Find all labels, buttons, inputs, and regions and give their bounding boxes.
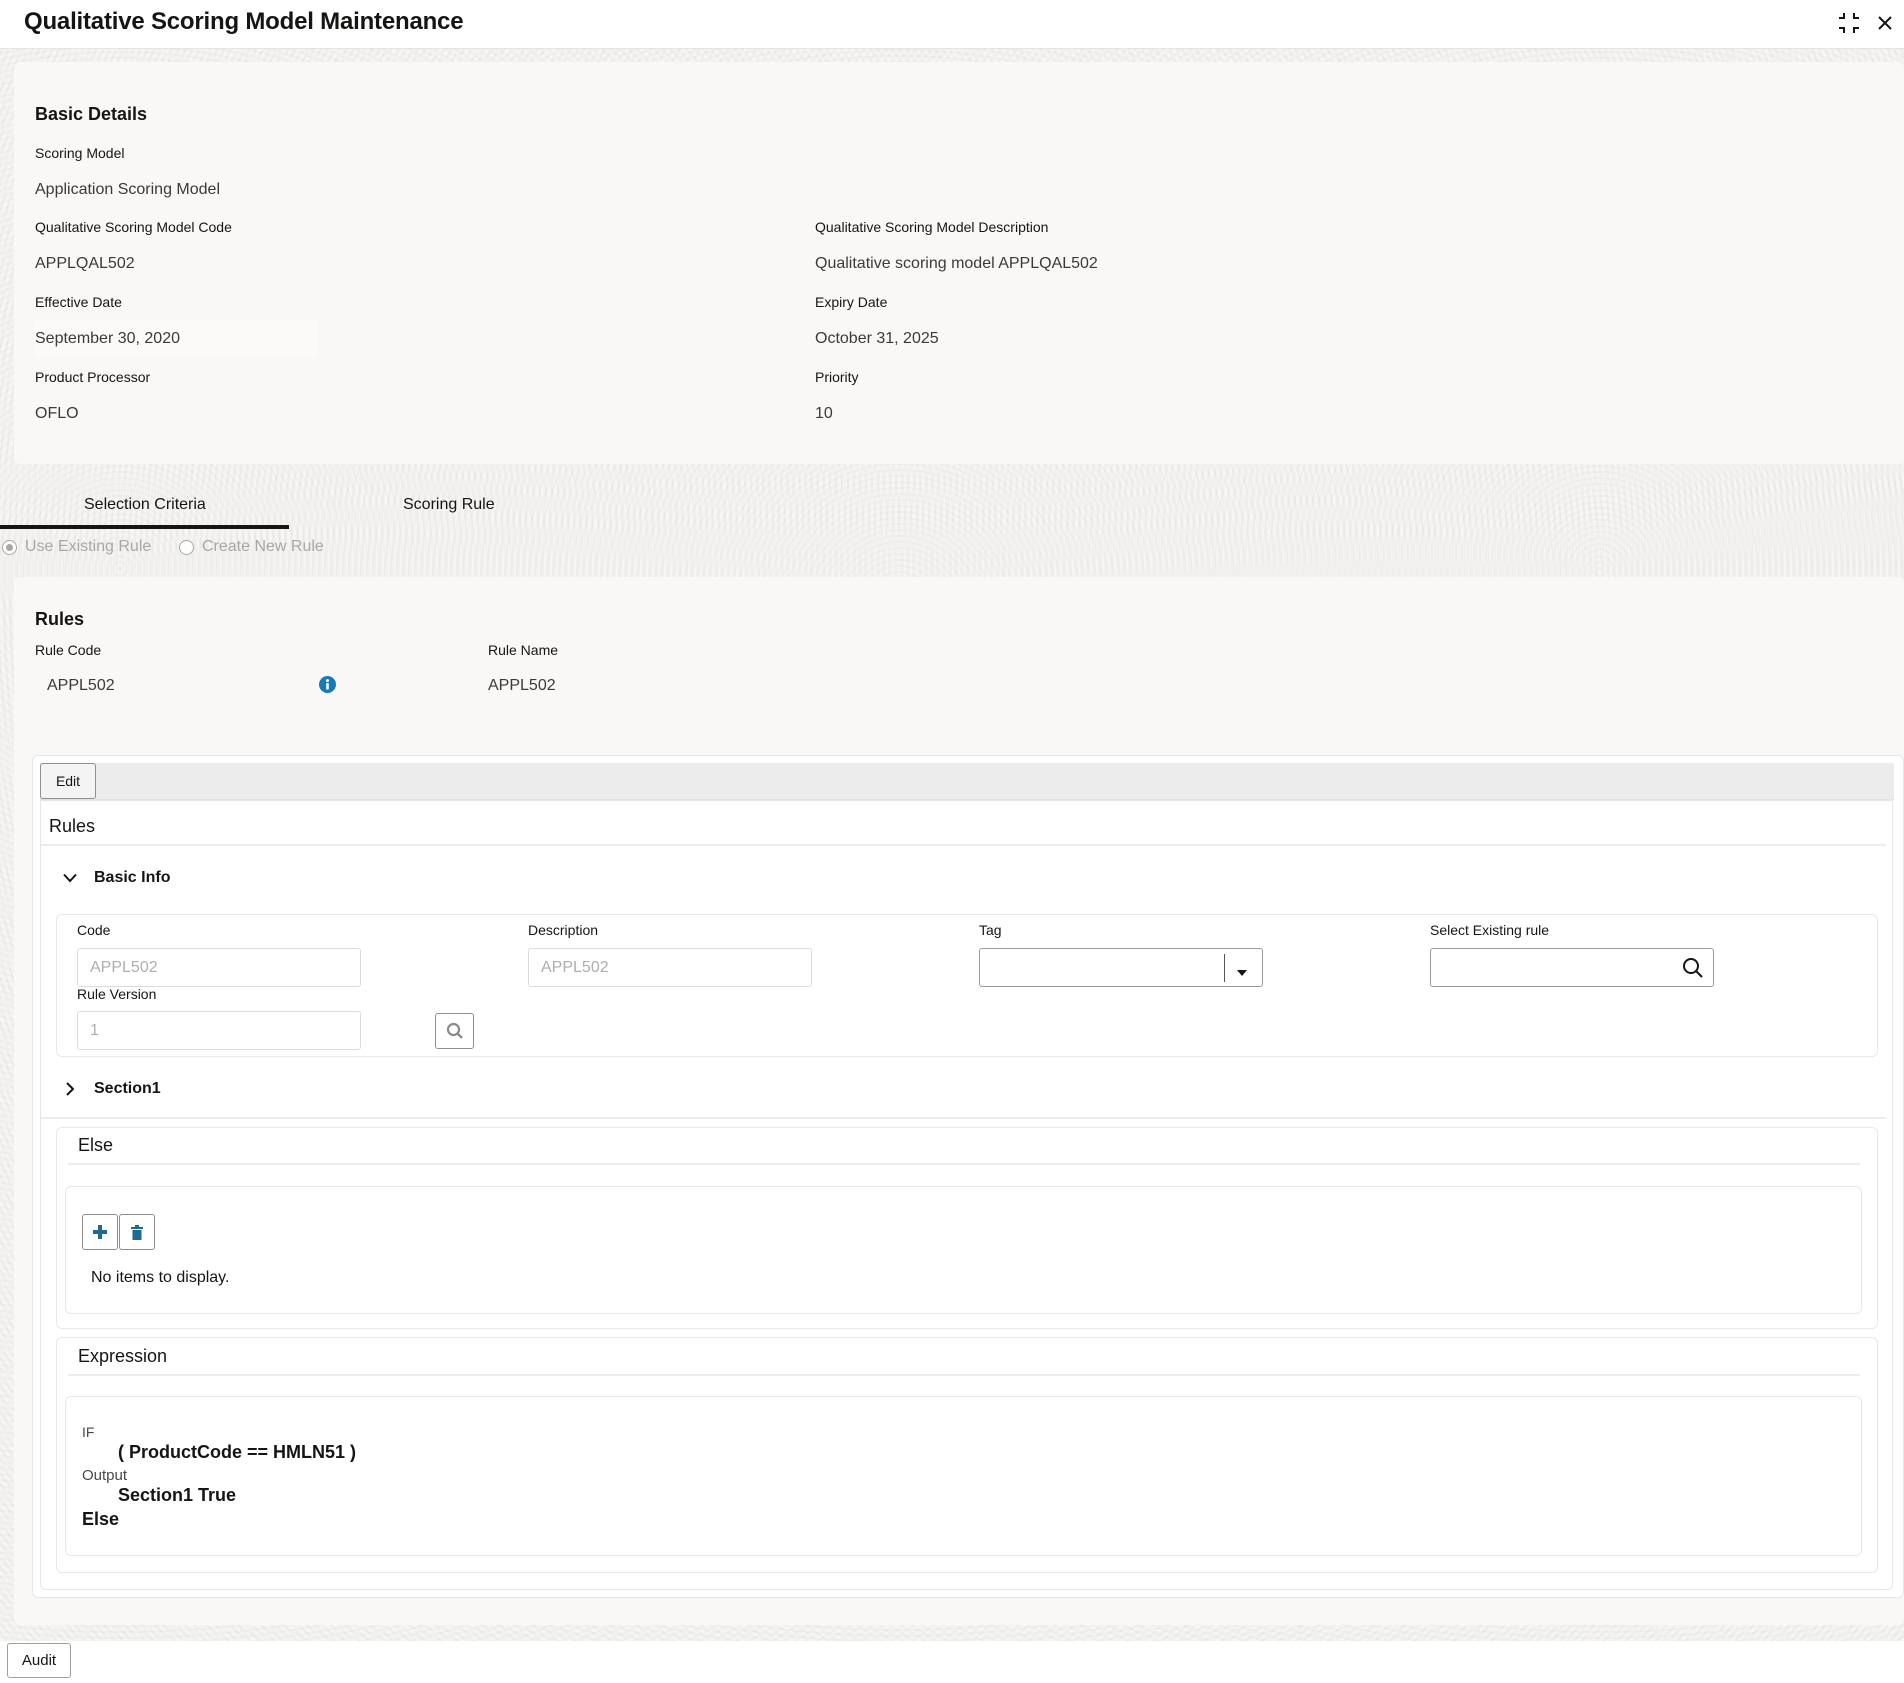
section1-toggle[interactable]: Section1 <box>60 1080 161 1098</box>
expiry-date-value: October 31, 2025 <box>815 330 939 347</box>
rule-version-search-button[interactable] <box>435 1013 474 1049</box>
divider <box>41 844 1886 846</box>
rule-info-button[interactable] <box>319 676 336 693</box>
model-description-value: Qualitative scoring model APPLQAL502 <box>815 255 1098 272</box>
code-label: Code <box>77 922 111 938</box>
product-processor-value: OFLO <box>35 405 79 422</box>
add-item-button[interactable] <box>82 1214 118 1250</box>
divider <box>41 1117 1886 1119</box>
else-empty-text: No items to display. <box>91 1269 230 1286</box>
window-title: Qualitative Scoring Model Maintenance <box>24 8 464 35</box>
rule-editor-toolbar <box>40 763 1894 800</box>
code-input[interactable]: APPL502 <box>77 948 361 987</box>
chevron-down-icon <box>60 873 80 883</box>
title-bar: Qualitative Scoring Model Maintenance <box>0 0 1904 49</box>
close-button[interactable] <box>1870 8 1900 38</box>
rule-version-label: Rule Version <box>77 986 157 1002</box>
model-description-label: Qualitative Scoring Model Description <box>815 219 1049 235</box>
radio-use-existing-rule[interactable]: Use Existing Rule <box>2 538 151 556</box>
effective-date-value: September 30, 2020 <box>35 330 180 347</box>
effective-date-label: Effective Date <box>35 294 122 310</box>
divider <box>68 1374 1860 1376</box>
model-code-label: Qualitative Scoring Model Code <box>35 219 232 235</box>
tag-label: Tag <box>979 922 1002 938</box>
rule-editor-heading: Rules <box>49 816 96 836</box>
rule-code-label: Rule Code <box>35 642 102 658</box>
section1-title: Section1 <box>94 1080 161 1097</box>
expression-condition: ( ProductCode == HMLN51 ) <box>118 1442 357 1462</box>
info-icon <box>319 676 336 693</box>
expression-output-value: Section1 True <box>118 1485 237 1505</box>
radio-selected-icon <box>2 539 17 555</box>
else-title: Else <box>78 1135 114 1155</box>
collapse-arrows-icon <box>1839 13 1859 33</box>
footer-bar <box>0 1641 1904 1683</box>
basic-details-heading: Basic Details <box>35 104 148 124</box>
product-processor-label: Product Processor <box>35 369 151 385</box>
rule-name-value: APPL502 <box>488 677 556 694</box>
delete-item-button[interactable] <box>119 1214 155 1250</box>
collapse-button[interactable] <box>1834 8 1864 38</box>
active-tab-indicator <box>0 525 289 529</box>
expression-else-label: Else <box>82 1509 120 1529</box>
priority-value: 10 <box>815 405 833 422</box>
scoring-model-label: Scoring Model <box>35 145 125 161</box>
expiry-date-label: Expiry Date <box>815 294 888 310</box>
else-items-box <box>65 1186 1862 1314</box>
close-icon <box>1878 16 1892 30</box>
plus-icon <box>93 1225 107 1239</box>
tab-scoring-rule[interactable]: Scoring Rule <box>403 496 495 514</box>
scoring-model-value: Application Scoring Model <box>35 181 220 198</box>
select-separator <box>1224 954 1225 982</box>
priority-label: Priority <box>815 369 859 385</box>
rule-code-value: APPL502 <box>47 677 115 694</box>
radio-label: Use Existing Rule <box>25 538 152 555</box>
basic-info-toggle[interactable]: Basic Info <box>60 869 170 887</box>
expression-title: Expression <box>78 1346 168 1366</box>
caret-down-icon <box>1236 964 1248 982</box>
description-input[interactable]: APPL502 <box>528 948 812 987</box>
select-existing-rule-input[interactable] <box>1430 948 1714 987</box>
radio-unselected-icon <box>179 539 194 555</box>
radio-create-new-rule[interactable]: Create New Rule <box>179 538 324 556</box>
search-icon <box>1682 957 1704 984</box>
expression-if-label: IF <box>82 1424 95 1440</box>
rule-version-input[interactable]: 1 <box>77 1011 361 1050</box>
audit-button[interactable]: Audit <box>7 1643 71 1678</box>
trash-icon <box>131 1224 143 1240</box>
description-label: Description <box>528 922 599 938</box>
expression-output-label: Output <box>82 1467 128 1484</box>
expression-content-box <box>65 1396 1862 1556</box>
basic-info-title: Basic Info <box>94 869 171 886</box>
radio-label: Create New Rule <box>202 538 324 555</box>
tab-selection-criteria[interactable]: Selection Criteria <box>84 496 206 514</box>
edit-button[interactable]: Edit <box>40 763 96 799</box>
model-code-value: APPLQAL502 <box>35 255 135 272</box>
select-existing-rule-label: Select Existing rule <box>1430 922 1550 938</box>
rules-heading: Rules <box>35 609 85 629</box>
search-icon <box>446 1022 463 1039</box>
tag-select[interactable] <box>979 948 1263 987</box>
divider <box>68 1163 1860 1165</box>
chevron-right-icon <box>60 1082 80 1096</box>
rule-name-label: Rule Name <box>488 642 559 658</box>
